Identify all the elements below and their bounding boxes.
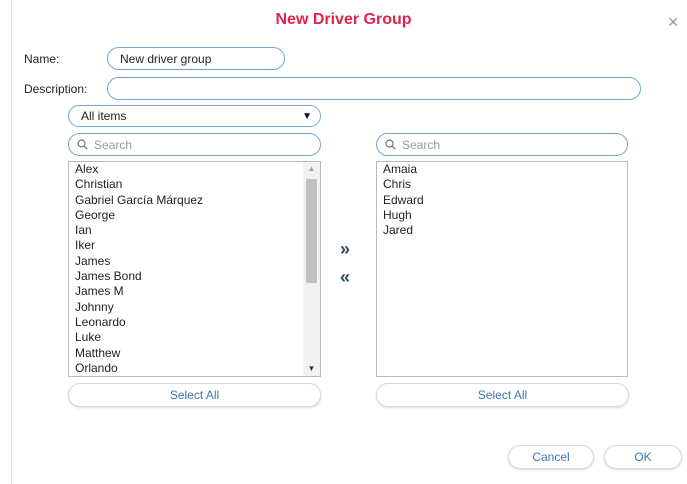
search-icon [385,139,396,150]
list-item[interactable]: Iker [69,238,320,253]
group-members-items: Amaia Chris Edward Hugh Jared [377,162,627,238]
available-drivers-list[interactable]: Alex Christian Gabriel García Márquez Georg… [68,161,321,377]
list-item[interactable]: James [69,254,320,269]
scroll-thumb[interactable] [306,179,317,283]
list-item[interactable]: Chris [377,177,627,192]
filter-dropdown[interactable]: All items ▼ [68,105,321,127]
list-item[interactable]: Edward [377,193,627,208]
new-driver-group-dialog: New Driver Group ✕ Name: Description: Al… [0,0,687,484]
dialog-title: New Driver Group [275,11,412,28]
description-input[interactable] [107,77,641,100]
name-label: Name: [24,52,60,66]
add-to-group-button[interactable]: » [340,240,350,258]
name-input[interactable] [107,47,285,70]
close-icon[interactable]: ✕ [667,15,679,29]
list-item[interactable]: Luke [69,330,320,345]
left-list-scrollbar[interactable]: ▲ ▼ [303,162,320,376]
list-item[interactable]: Jared [377,223,627,238]
left-search[interactable] [68,133,321,156]
remove-from-group-button[interactable]: « [340,268,350,286]
list-item[interactable]: Leonardo [69,315,320,330]
dialog-left-border [11,0,12,484]
group-members-list[interactable]: Amaia Chris Edward Hugh Jared [376,161,628,377]
list-item[interactable]: Amaia [377,162,627,177]
list-item[interactable]: Christian [69,177,320,192]
search-icon [77,139,88,150]
right-search[interactable] [376,133,628,156]
list-item[interactable]: Hugh [377,208,627,223]
list-item[interactable]: George [69,208,320,223]
list-item[interactable]: James M [69,284,320,299]
select-all-members-button[interactable]: Select All [376,383,629,407]
list-item[interactable]: James Bond [69,269,320,284]
list-item[interactable]: Orlando [69,361,320,376]
cancel-button[interactable]: Cancel [508,445,594,469]
chevron-down-icon: ▼ [302,110,312,122]
filter-selected-value: All items [81,109,127,123]
available-drivers-items: Alex Christian Gabriel García Márquez Georg… [69,162,320,376]
list-item[interactable]: Johnny [69,300,320,315]
scroll-up-icon[interactable]: ▲ [303,162,320,176]
select-all-available-button[interactable]: Select All [68,383,321,407]
list-item[interactable]: Gabriel García Márquez [69,193,320,208]
ok-button[interactable]: OK [604,445,682,469]
scroll-down-icon[interactable]: ▼ [303,362,320,376]
right-search-input[interactable] [400,136,604,153]
list-item[interactable]: Matthew [69,346,320,361]
description-label: Description: [24,82,88,96]
left-search-input[interactable] [92,136,296,153]
list-item[interactable]: Ian [69,223,320,238]
list-item[interactable]: Alex [69,162,320,177]
